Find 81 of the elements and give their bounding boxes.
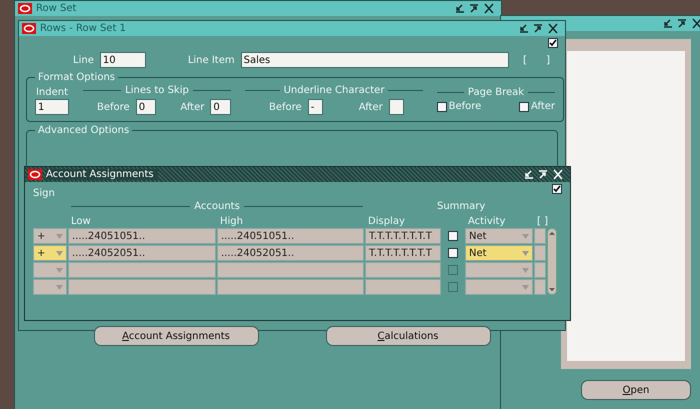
column-heading: Summary	[437, 201, 486, 212]
action-button[interactable]: Account Assignments	[94, 326, 258, 346]
section-heading: Underline Character	[284, 85, 384, 96]
line-field[interactable]: 10	[100, 52, 146, 68]
section-heading: Page Break	[468, 87, 524, 98]
caret-icon[interactable]	[56, 250, 63, 256]
field-label: Line Item	[188, 54, 235, 66]
section-heading: Accounts	[194, 201, 240, 212]
group-legend: Format Options	[35, 72, 118, 83]
field-label: Line	[73, 54, 94, 66]
table-cell[interactable]	[534, 279, 546, 295]
after-field[interactable]: 0	[210, 99, 231, 115]
before-field[interactable]: -	[308, 99, 323, 115]
table-cell[interactable]: .....24051051..	[217, 228, 364, 244]
checkbox[interactable]	[437, 102, 447, 112]
indent-field[interactable]: 1	[35, 99, 69, 115]
caret-icon[interactable]	[522, 250, 529, 256]
caret-icon[interactable]	[522, 234, 529, 238]
checkbox[interactable]	[448, 231, 458, 241]
checkbox[interactable]	[448, 248, 458, 258]
group-legend: Advanced Options	[35, 125, 132, 136]
after-field[interactable]	[388, 99, 404, 115]
field-label: Indent	[36, 87, 68, 98]
table-cell[interactable]: T.T.T.T.T.T.T.T	[365, 228, 441, 244]
column-heading: High	[219, 216, 244, 227]
checkbox[interactable]	[448, 265, 458, 275]
line-item-field[interactable]: Sales	[240, 52, 510, 68]
table-cell[interactable]: .....24051051..	[68, 228, 216, 244]
table-cell[interactable]: .....24052051..	[217, 245, 364, 261]
column-heading: [ ]	[536, 216, 546, 227]
sign-dropdown[interactable]	[33, 262, 67, 278]
table-cell[interactable]	[68, 262, 216, 278]
logo-icon	[28, 169, 42, 180]
checkbox[interactable]	[448, 282, 458, 292]
table-cell[interactable]: T.T.T.T.T.T.T.T	[365, 245, 441, 261]
bracket-label: [ ]	[523, 54, 558, 66]
action-button[interactable]: Calculations	[326, 326, 490, 346]
checkbox-label: After	[530, 101, 555, 112]
checkbox[interactable]	[552, 184, 562, 194]
logo-icon	[22, 23, 36, 34]
activity-dropdown[interactable]: Net	[465, 228, 533, 244]
checkbox[interactable]	[519, 102, 529, 112]
activity-dropdown[interactable]	[465, 262, 533, 278]
field-label: Before	[269, 102, 302, 112]
table-cell[interactable]	[68, 279, 216, 295]
sign-dropdown[interactable]	[33, 279, 67, 295]
window-controls-icon[interactable]	[662, 18, 700, 29]
caret-icon[interactable]	[522, 284, 529, 290]
open-button[interactable]: Open	[581, 380, 691, 400]
table-cell[interactable]	[534, 262, 546, 278]
table-cell[interactable]	[365, 262, 441, 278]
window-title: Rows - Row Set 1	[40, 23, 127, 34]
column-heading: Sign	[33, 188, 55, 199]
caret-icon[interactable]	[56, 268, 63, 272]
table-cell[interactable]	[534, 228, 546, 244]
table-cell[interactable]	[217, 262, 364, 278]
table-cell[interactable]	[534, 245, 546, 261]
field-label: After	[358, 102, 383, 112]
column-heading: Low	[70, 216, 92, 227]
activity-dropdown[interactable]: Net	[465, 245, 533, 261]
sign-dropdown[interactable]: +	[33, 228, 67, 244]
before-field[interactable]: 0	[136, 99, 156, 115]
table-cell[interactable]	[217, 279, 364, 295]
field-label: After	[180, 102, 204, 112]
caret-icon[interactable]	[522, 268, 529, 272]
checkbox-label: Before	[448, 101, 482, 112]
table-cell[interactable]	[365, 279, 441, 295]
checkbox[interactable]	[548, 38, 558, 48]
caret-icon[interactable]	[56, 234, 63, 238]
sign-dropdown[interactable]: +	[33, 245, 67, 261]
field-label: Before	[97, 102, 130, 112]
section-heading: Lines to Skip	[125, 85, 189, 96]
scrollbar-icon[interactable]	[547, 228, 557, 295]
caret-icon[interactable]	[56, 284, 63, 290]
logo-icon	[18, 3, 32, 14]
column-heading: Display	[367, 216, 406, 227]
activity-dropdown[interactable]	[465, 279, 533, 295]
window-title: Account Assignments	[46, 169, 158, 180]
table-cell[interactable]: .....24052051..	[68, 245, 216, 261]
window-title: Row Set	[36, 3, 78, 14]
column-heading: Activity	[467, 216, 506, 227]
